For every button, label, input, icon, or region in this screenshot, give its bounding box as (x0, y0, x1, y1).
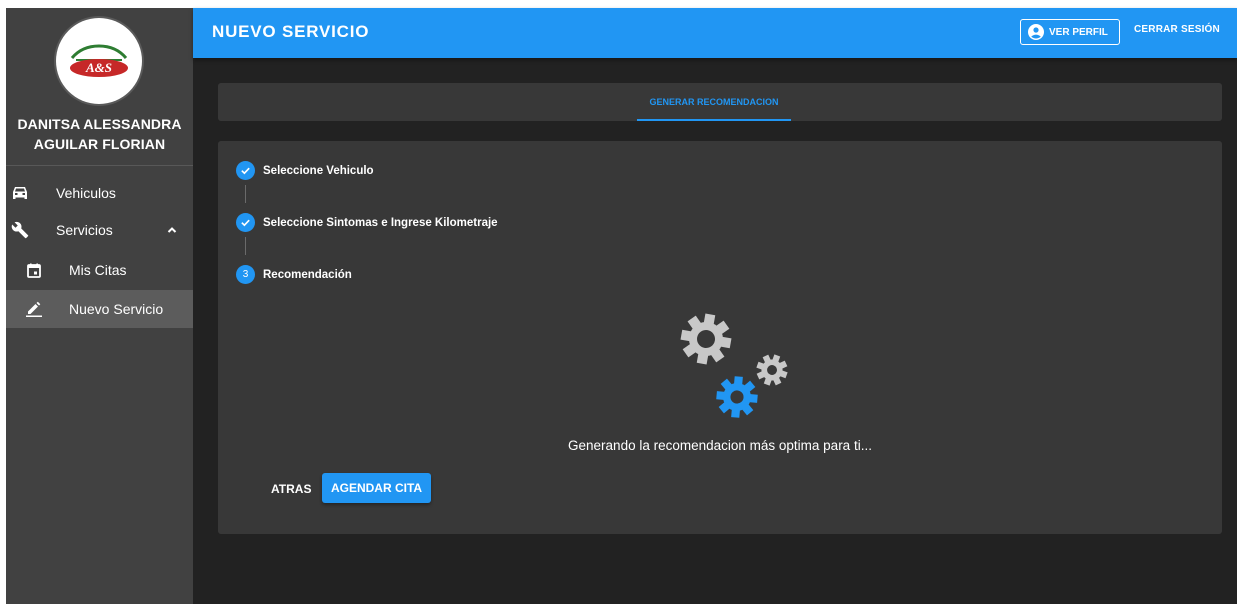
gear-small-icon (752, 350, 792, 390)
gear-blue-icon (714, 374, 760, 420)
sidebar-item-label: Mis Citas (69, 262, 127, 278)
page-title: NUEVO SERVICIO (212, 22, 370, 41)
wrench-icon (10, 220, 30, 240)
check-icon (236, 161, 255, 180)
sidebar-item-vehiculos[interactable]: Vehiculos (6, 174, 193, 212)
step-seleccione-vehiculo[interactable]: Seleccione Vehiculo (236, 161, 374, 180)
step-label: Recomendación (263, 268, 352, 281)
step-label: Seleccione Vehiculo (263, 164, 374, 177)
check-icon (236, 213, 255, 232)
step-connector (245, 185, 246, 203)
sidebar-item-label: Servicios (56, 222, 113, 238)
sidebar-divider (6, 165, 193, 166)
logo-image: A&S (70, 44, 128, 77)
user-name-line1: DANITSA ALESSANDRA (17, 116, 182, 132)
sidebar-item-mis-citas[interactable]: Mis Citas (6, 251, 193, 289)
back-button[interactable]: ATRAS (271, 482, 311, 496)
tabs-bar: GENERAR RECOMENDACION (218, 83, 1222, 121)
app-window: A&S DANITSA ALESSANDRA AGUILAR FLORIAN V… (6, 8, 1237, 604)
schedule-appointment-button[interactable]: AGENDAR CITA (322, 473, 431, 503)
sidebar-item-label: Vehiculos (56, 185, 116, 201)
step-recomendacion[interactable]: 3 Recomendación (236, 265, 352, 284)
chevron-up-icon[interactable] (166, 223, 178, 239)
edit-icon (24, 299, 44, 319)
sidebar-item-servicios[interactable]: Servicios (6, 211, 193, 249)
step-connector (245, 237, 246, 255)
step-label: Seleccione Sintomas e Ingrese Kilometraj… (263, 216, 498, 229)
step-number: 3 (236, 265, 255, 284)
sidebar-item-label: Nuevo Servicio (69, 301, 164, 317)
loading-text: Generando la recomendacion más optima pa… (568, 438, 872, 453)
tab-indicator (637, 119, 791, 121)
sidebar-item-nuevo-servicio[interactable]: Nuevo Servicio (6, 290, 193, 328)
loading-gears-icon (677, 310, 792, 420)
account-circle-icon (1028, 24, 1044, 40)
company-logo: A&S (56, 18, 142, 104)
step-seleccione-sintomas[interactable]: Seleccione Sintomas e Ingrese Kilometraj… (236, 213, 498, 232)
logo-text: A&S (85, 60, 112, 75)
user-name-line2: AGUILAR FLORIAN (33, 136, 166, 152)
view-profile-label: VER PERFIL (1049, 26, 1108, 38)
car-icon (10, 183, 30, 203)
view-profile-button[interactable]: VER PERFIL (1020, 19, 1120, 45)
sidebar: A&S DANITSA ALESSANDRA AGUILAR FLORIAN V… (6, 8, 193, 604)
stepper-card: Seleccione Vehiculo Seleccione Sintomas … (218, 141, 1222, 534)
calendar-icon (24, 260, 44, 280)
gear-large-icon (677, 310, 735, 368)
top-app-bar: NUEVO SERVICIO VER PERFIL CERRAR SESIÓN (193, 8, 1237, 58)
user-name: DANITSA ALESSANDRA AGUILAR FLORIAN (6, 114, 193, 154)
tab-generar-recomendacion[interactable]: GENERAR RECOMENDACION (637, 83, 791, 121)
logout-button[interactable]: CERRAR SESIÓN (1134, 24, 1220, 35)
